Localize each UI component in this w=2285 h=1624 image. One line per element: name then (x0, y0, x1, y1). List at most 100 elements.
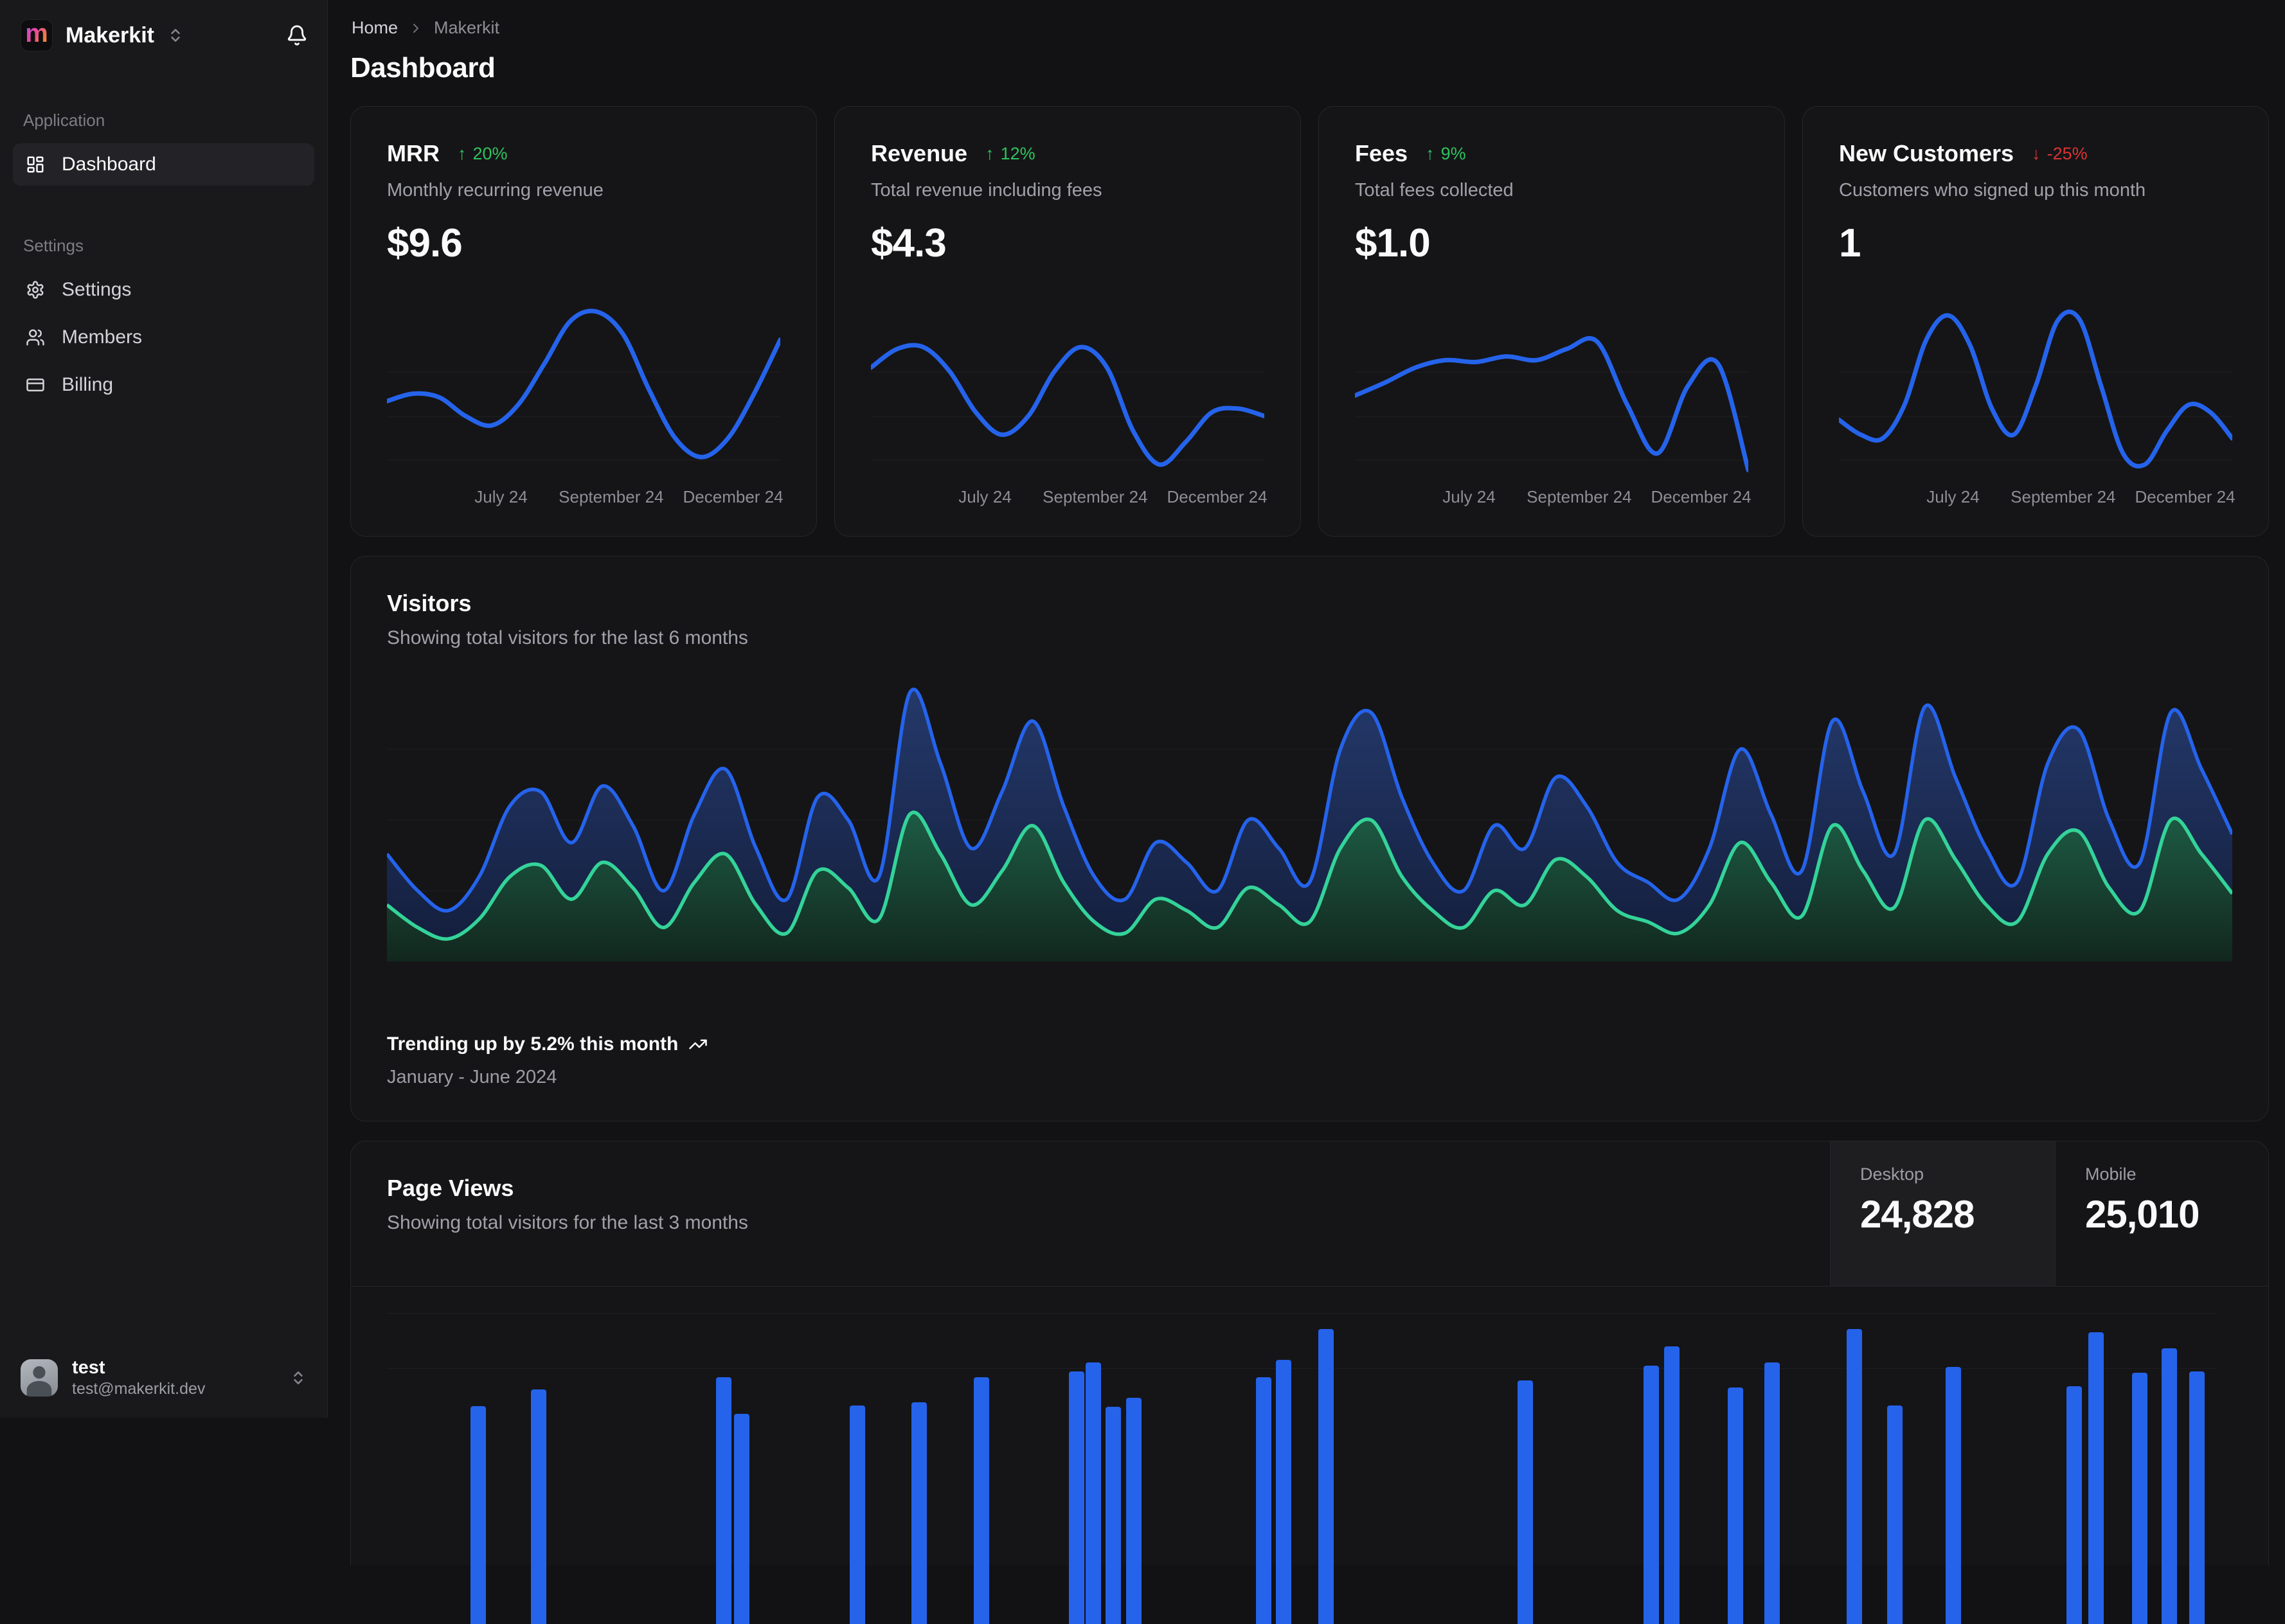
page-views-subtitle: Showing total visitors for the last 3 mo… (387, 1212, 748, 1233)
breadcrumb-home[interactable]: Home (352, 18, 398, 38)
visitors-area-chart (387, 679, 2232, 961)
sidebar-item-dashboard[interactable]: Dashboard (13, 143, 314, 186)
stat-description: Total revenue including fees (871, 180, 1102, 201)
sparkline-x-axis: July 24 September 24 December 24 (871, 487, 1267, 509)
bar (1069, 1371, 1085, 1624)
sparkline-x-axis: July 24 September 24 December 24 (1355, 487, 1751, 509)
bar (1517, 1380, 1533, 1624)
sidebar-item-label: Billing (62, 374, 114, 395)
bar (1106, 1407, 1122, 1624)
bar (1085, 1362, 1101, 1624)
trend-period: January - June 2024 (387, 1067, 557, 1087)
stat-title: Fees (1355, 140, 1408, 166)
x-tick: December 24 (1651, 487, 1752, 506)
sidebar-item-settings[interactable]: Settings (13, 269, 314, 311)
chevrons-up-down-icon (290, 1370, 307, 1386)
x-tick: July 24 (1926, 487, 1980, 506)
bar (1946, 1367, 1962, 1624)
bar (715, 1377, 731, 1624)
sidebar: m Makerkit Application Dashboard Setting… (0, 0, 328, 1418)
arrow-up-icon: ↑ (457, 143, 467, 163)
layout-dashboard-icon (26, 155, 45, 174)
tab-label: Desktop (1860, 1164, 1924, 1184)
tab-label: Mobile (2085, 1164, 2137, 1184)
stat-card-fees: Fees ↑ 9% Total fees collected $1.0 July … (1318, 106, 1785, 537)
sidebar-nav: Application Dashboard Settings Settings … (0, 111, 327, 406)
workspace-name[interactable]: Makerkit (66, 23, 154, 48)
bar (911, 1402, 927, 1624)
stat-title: MRR (387, 140, 440, 166)
stat-trend-badge: ↑ 20% (457, 143, 508, 163)
x-tick: September 24 (1043, 487, 1148, 506)
nav-section-application: Application (23, 111, 105, 130)
stat-card-revenue: Revenue ↑ 12% Total revenue including fee… (834, 106, 1301, 537)
stat-title: Revenue (871, 140, 968, 166)
tab-desktop[interactable]: Desktop 24,828 (1830, 1141, 2055, 1286)
stat-description: Customers who signed up this month (1839, 180, 2146, 201)
bar (1255, 1377, 1271, 1624)
bar (1276, 1360, 1292, 1624)
visitors-footer: Trending up by 5.2% this month January -… (387, 1033, 708, 1088)
page-views-bar-chart (387, 1286, 2217, 1624)
stat-description: Monthly recurring revenue (387, 180, 604, 201)
bar (734, 1414, 750, 1624)
sparkline-chart (1355, 293, 1748, 479)
stat-value: $1.0 (1355, 221, 1431, 265)
visitors-title: Visitors (387, 590, 472, 616)
bar (2132, 1373, 2148, 1624)
stat-description: Total fees collected (1355, 180, 1514, 201)
bar (1847, 1329, 1863, 1624)
credit-card-icon (26, 375, 45, 395)
chevrons-up-down-icon[interactable] (167, 27, 184, 44)
bell-icon[interactable] (286, 24, 308, 46)
page-title: Dashboard (350, 52, 496, 84)
visitors-subtitle: Showing total visitors for the last 6 mo… (387, 627, 748, 648)
tab-mobile[interactable]: Mobile 25,010 (2055, 1141, 2268, 1286)
workspace-header: m Makerkit (0, 0, 327, 51)
bar (974, 1377, 990, 1624)
trend-text: Trending up by 5.2% this month (387, 1033, 679, 1055)
page-views-header: Page Views Showing total visitors for th… (351, 1141, 2268, 1287)
sidebar-item-members[interactable]: Members (13, 316, 314, 359)
user-menu[interactable]: test test@makerkit.dev (15, 1352, 312, 1404)
stat-trend-badge: ↑ 9% (1426, 143, 1466, 163)
makerkit-logo[interactable]: m (21, 19, 53, 51)
chevron-right-icon (408, 21, 424, 36)
sidebar-item-label: Settings (62, 279, 132, 300)
sparkline-chart (1839, 293, 2232, 479)
bar (2189, 1371, 2205, 1624)
sidebar-item-label: Dashboard (62, 154, 156, 175)
x-tick: December 24 (683, 487, 784, 506)
bar (1764, 1362, 1780, 1624)
tab-value: 24,828 (1860, 1193, 1975, 1236)
bar (1886, 1405, 1903, 1624)
x-tick: July 24 (958, 487, 1012, 506)
gear-icon (26, 280, 45, 299)
user-email: test@makerkit.dev (72, 1380, 206, 1398)
x-tick: September 24 (2011, 487, 2116, 506)
bar (2088, 1332, 2104, 1624)
bar (1644, 1366, 1660, 1624)
bar (1728, 1388, 1744, 1624)
bar (2161, 1348, 2177, 1624)
bar (470, 1406, 487, 1624)
page-views-title: Page Views (387, 1175, 514, 1201)
sparkline-x-axis: July 24 September 24 December 24 (1839, 487, 2235, 509)
bar (531, 1389, 547, 1624)
bar (2066, 1386, 2082, 1624)
breadcrumb-current: Makerkit (434, 18, 500, 37)
bar (1125, 1398, 1142, 1624)
arrow-up-icon: ↑ (985, 143, 994, 163)
avatar (21, 1359, 58, 1396)
stat-value: 1 (1839, 221, 1861, 265)
breadcrumb: Home Makerkit (352, 18, 2269, 38)
tab-value: 25,010 (2085, 1193, 2200, 1236)
stat-value: $4.3 (871, 221, 947, 265)
stat-card-new-customers: New Customers ↓ -25% Customers who signed… (1802, 106, 2269, 537)
sparkline-x-axis: July 24 September 24 December 24 (387, 487, 783, 509)
x-tick: September 24 (559, 487, 664, 506)
sidebar-item-billing[interactable]: Billing (13, 364, 314, 406)
sidebar-item-label: Members (62, 326, 143, 348)
stat-card-mrr: MRR ↑ 20% Monthly recurring revenue $9.6 … (350, 106, 817, 537)
x-tick: September 24 (1527, 487, 1632, 506)
